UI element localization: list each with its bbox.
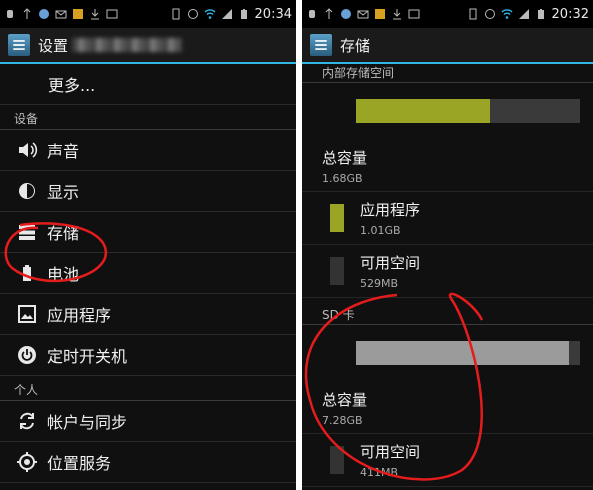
- status-bar-right: 20:32: [302, 0, 593, 28]
- settings-screen: 20:34 设置 更多... 设备 声音 显示 存储 电池 应用程序 定时开关机…: [0, 0, 296, 490]
- settings-item-display[interactable]: 显示: [0, 171, 296, 212]
- alarm-icon: [484, 8, 496, 20]
- message-icon: [106, 8, 118, 20]
- usb-icon: [323, 8, 335, 20]
- game-notification-icon: [72, 8, 84, 20]
- sd-usage-bar: [356, 341, 580, 365]
- status-time: 20:34: [254, 6, 292, 22]
- status-time: 20:32: [551, 6, 589, 22]
- wifi-icon: [204, 8, 216, 20]
- apps-icon: [16, 303, 38, 325]
- sd-usage-bar-row: [302, 325, 593, 381]
- storage-screen: 20:32 存储 内部存储空间 总容量 1.68GB 应用程序 1.01GB 可…: [302, 0, 593, 490]
- download-icon: [89, 8, 101, 20]
- section-header-sd-card: SD 卡: [302, 306, 593, 325]
- status-bar: 20:34: [0, 0, 296, 28]
- settings-app-icon[interactable]: [8, 34, 30, 56]
- apps-swatch: [330, 204, 344, 232]
- settings-item-accounts-sync[interactable]: 帐户与同步: [0, 401, 296, 442]
- internal-usage-bar: [356, 99, 580, 123]
- location-icon: [16, 451, 38, 473]
- section-header-device: 设备: [0, 105, 296, 130]
- vibrate-icon: [170, 8, 182, 20]
- battery-status-icon: [535, 8, 547, 20]
- battery-icon: [16, 262, 38, 284]
- sd-usage-fill: [356, 341, 569, 365]
- section-header-personal: 个人: [0, 376, 296, 401]
- settings-item-scheduled-power[interactable]: 定时开关机: [0, 335, 296, 376]
- speaker-icon: [16, 139, 38, 161]
- storage-icon: [16, 221, 38, 243]
- brightness-icon: [16, 180, 38, 202]
- signal-icon: [518, 8, 530, 20]
- blurred-title-region: [72, 38, 183, 52]
- app-notification-icon: [340, 8, 352, 20]
- alarm-icon: [187, 8, 199, 20]
- action-bar-right: 存储: [302, 28, 593, 64]
- section-header-internal-storage: 内部存储空间: [302, 64, 593, 83]
- mail-icon: [55, 8, 67, 20]
- mail-icon: [357, 8, 369, 20]
- vibrate-icon: [467, 8, 479, 20]
- internal-usage-bar-row: [302, 83, 593, 139]
- page-title: 存储: [340, 36, 371, 55]
- settings-item-storage[interactable]: 存储: [0, 212, 296, 253]
- settings-app-icon[interactable]: [310, 34, 332, 56]
- internal-usage-fill: [356, 99, 491, 123]
- settings-item-battery[interactable]: 电池: [0, 253, 296, 294]
- download-icon: [391, 8, 403, 20]
- sd-total-capacity: 总容量 7.28GB: [302, 381, 593, 434]
- more-item[interactable]: 更多...: [0, 64, 296, 105]
- sync-icon: [16, 410, 38, 432]
- settings-item-location[interactable]: 位置服务: [0, 442, 296, 483]
- settings-item-sound[interactable]: 声音: [0, 130, 296, 171]
- internal-total-capacity: 总容量 1.68GB: [302, 139, 593, 192]
- internal-apps-row[interactable]: 应用程序 1.01GB: [302, 192, 593, 245]
- page-title: 设置: [38, 36, 69, 55]
- free-swatch: [330, 257, 344, 285]
- game-notification-icon: [374, 8, 386, 20]
- wifi-icon: [501, 8, 513, 20]
- signal-icon: [221, 8, 233, 20]
- battery-status-icon: [238, 8, 250, 20]
- power-icon: [16, 344, 38, 366]
- free-swatch: [330, 446, 344, 474]
- usb-debug-icon: [306, 8, 318, 20]
- message-icon: [408, 8, 420, 20]
- usb-icon: [21, 8, 33, 20]
- internal-free-row: 可用空间 529MB: [302, 245, 593, 298]
- action-bar: 设置: [0, 28, 296, 64]
- sd-free-row: 可用空间 411MB: [302, 434, 593, 487]
- app-notification-icon: [38, 8, 50, 20]
- screenshot-composite: 20:34 设置 更多... 设备 声音 显示 存储 电池 应用程序 定时开关机…: [0, 0, 593, 490]
- usb-debug-icon: [4, 8, 16, 20]
- settings-item-apps[interactable]: 应用程序: [0, 294, 296, 335]
